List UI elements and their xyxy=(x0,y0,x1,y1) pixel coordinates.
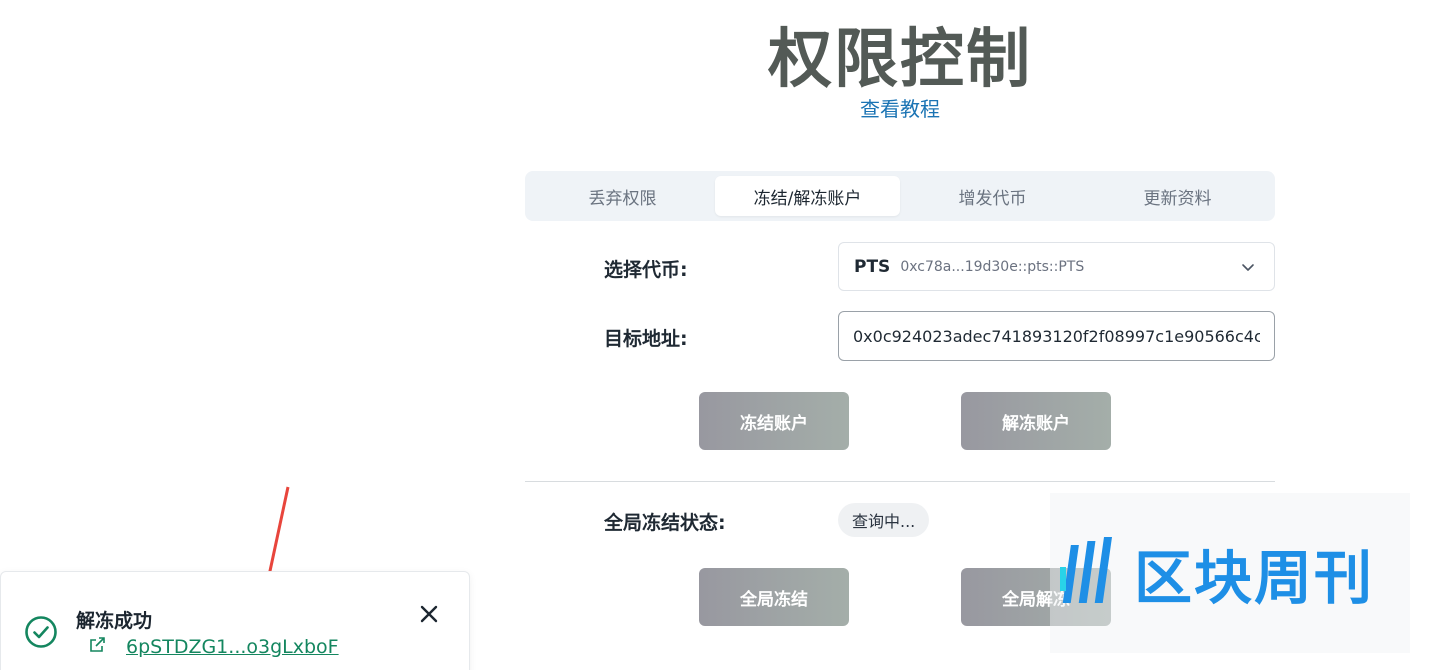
token-select-label: 选择代币: xyxy=(604,259,688,281)
close-icon[interactable] xyxy=(418,603,440,625)
success-toast: 解冻成功 6pSTDZG1...o3gLxboF xyxy=(0,571,470,670)
watermark-text: 区块周刊 xyxy=(1134,544,1375,612)
page-title: 权限控制 xyxy=(768,23,1032,97)
global-unfreeze-button[interactable]: 全局解冻 xyxy=(961,568,1111,626)
token-select[interactable]: PTS 0xc78a...19d30e::pts::PTS xyxy=(838,242,1275,291)
unfreeze-account-button[interactable]: 解冻账户 xyxy=(961,392,1111,450)
tutorial-link[interactable]: 查看教程 xyxy=(0,93,1429,122)
tab-bar: 丢弃权限 冻结/解冻账户 增发代币 更新资料 xyxy=(525,171,1275,221)
tab-mint-tokens[interactable]: 增发代币 xyxy=(900,176,1085,216)
token-address: 0xc78a...19d30e::pts::PTS xyxy=(900,258,1085,275)
external-link-icon[interactable] xyxy=(88,636,106,654)
freeze-account-button[interactable]: 冻结账户 xyxy=(699,392,849,450)
tab-renounce-authority[interactable]: 丢弃权限 xyxy=(530,176,715,216)
tab-freeze-unfreeze-account[interactable]: 冻结/解冻账户 xyxy=(715,176,900,216)
target-address-label: 目标地址: xyxy=(604,328,688,350)
target-address-input[interactable] xyxy=(838,311,1275,361)
toast-title: 解冻成功 xyxy=(76,610,153,632)
global-freeze-status-label: 全局冻结状态: xyxy=(604,512,726,534)
section-divider xyxy=(525,481,1275,482)
chevron-down-icon xyxy=(1242,264,1254,271)
tab-update-metadata[interactable]: 更新资料 xyxy=(1085,176,1270,216)
global-freeze-status-badge: 查询中... xyxy=(838,503,930,537)
check-circle-icon xyxy=(25,616,57,648)
global-freeze-button[interactable]: 全局冻结 xyxy=(699,568,849,626)
transaction-link[interactable]: 6pSTDZG1...o3gLxboF xyxy=(126,636,339,658)
token-symbol: PTS xyxy=(854,256,891,277)
